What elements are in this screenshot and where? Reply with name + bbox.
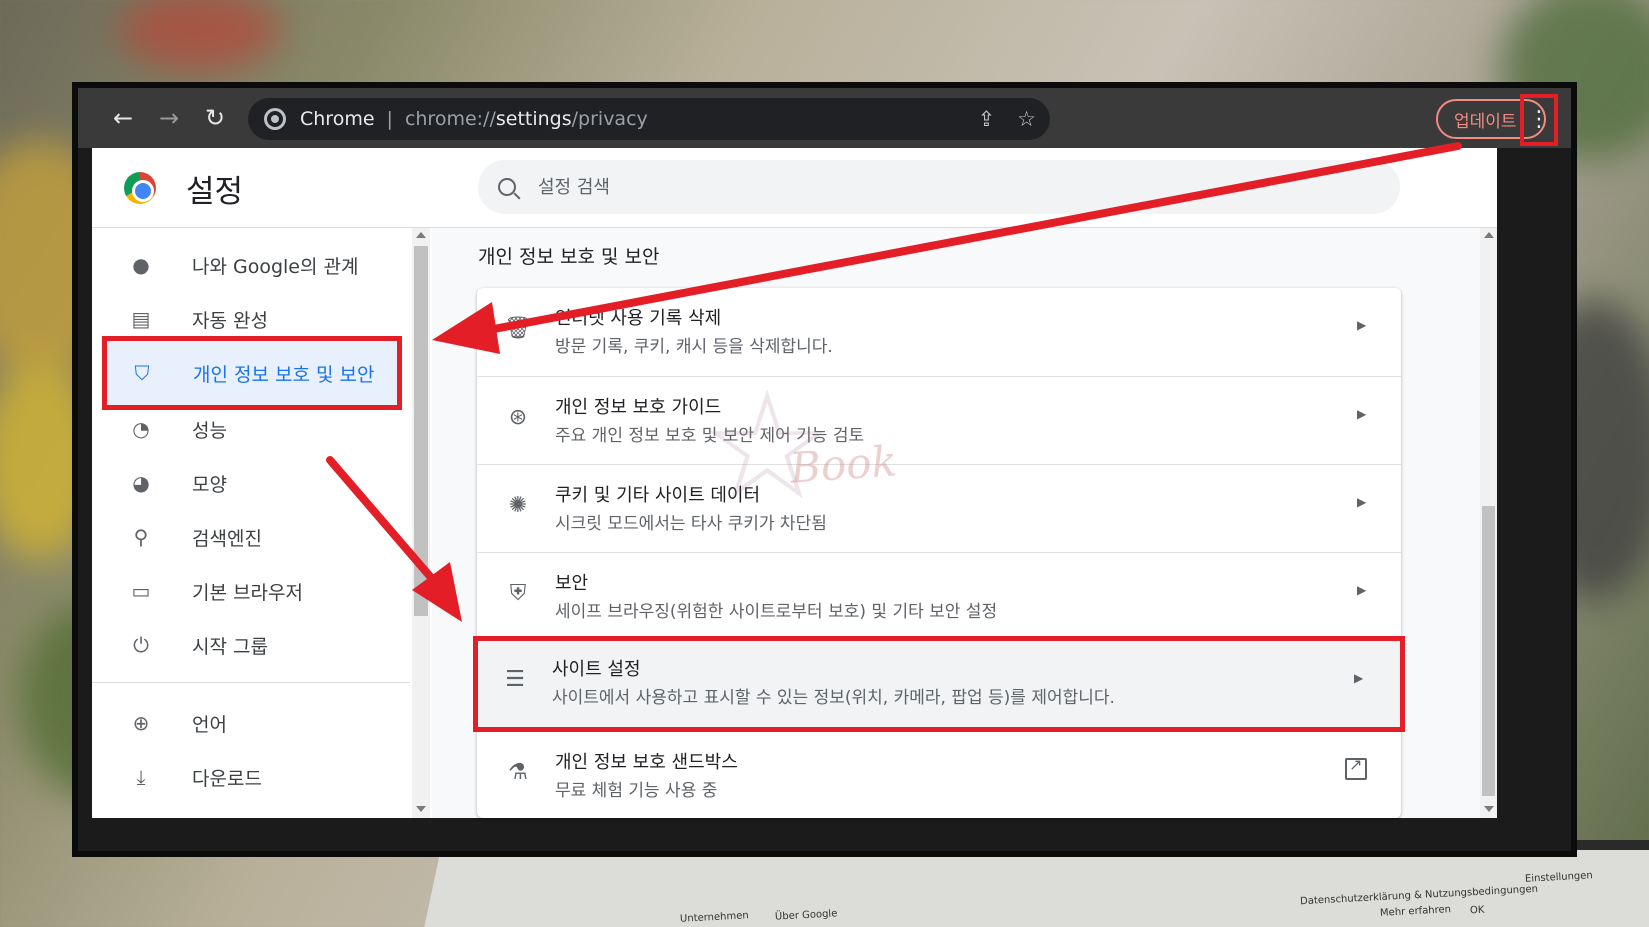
scroll-up-icon[interactable] [416,232,426,238]
sidebar-item-label: 개인 정보 보호 및 보안 [193,363,375,386]
row-privacy-sandbox[interactable]: ⚗ 개인 정보 보호 샌드박스 무료 체험 기능 사용 중 [477,732,1401,820]
chevron-right-icon: ▶ [1357,583,1367,597]
address-bar[interactable]: Chrome | chrome://settings/privacy ⇪ ☆ [248,98,1050,140]
sidebar-item-appearance[interactable]: ◕ 모양 [106,456,402,510]
sidebar-item-label: 시작 그룹 [192,635,268,658]
chevron-right-icon: ▶ [1357,407,1367,421]
omnibox-site-label: Chrome [300,108,375,130]
forward-button[interactable]: → [146,95,192,141]
sidebar-item-label: 나와 Google의 관계 [192,255,359,278]
sidebar-item-performance[interactable]: ◔ 성능 [106,402,402,456]
settings-sidebar: ● 나와 Google의 관계 ▤ 자동 완성 ⛉ 개인 정보 보호 및 보안 ◔ 성능… [92,228,412,818]
sidebar-item-label: 검색엔진 [192,527,262,550]
sidebar-item-label: 다운로드 [192,767,262,790]
row-subtitle: 사이트에서 사용하고 표시할 수 있는 정보(위치, 카메라, 팝업 등)를 제… [552,688,1115,708]
compass-icon: ⊛ [508,405,528,430]
row-title: 보안 [555,573,589,594]
search-icon: ⚲ [133,525,149,549]
browser-icon: ▭ [131,579,151,603]
settings-header: 설정 [92,148,1497,228]
three-dots-icon: ⋮ [1528,107,1550,132]
sidebar-item-google[interactable]: ● 나와 Google의 관계 [106,238,402,292]
chrome-menu-button[interactable]: ⋮ [1520,94,1558,146]
sidebar-item-label: 자동 완성 [192,309,268,332]
power-icon: ⏻ [133,633,149,657]
share-icon[interactable]: ⇪ [978,107,996,131]
back-button[interactable]: ← [100,95,146,141]
chrome-logo-icon [124,172,156,204]
laptop-text: OK [1469,904,1485,917]
chevron-right-icon: ▶ [1357,495,1367,509]
row-title: 개인 정보 보호 가이드 [555,397,722,418]
download-icon: ⤓ [136,765,146,789]
row-subtitle: 무료 체험 기능 사용 중 [555,781,718,801]
omnibox-url: chrome://settings/privacy [404,108,648,130]
clipboard-icon: ▤ [131,307,151,331]
main-scroll-thumb[interactable] [1482,506,1495,796]
arrow-right-icon: → [158,104,180,132]
row-site-settings[interactable]: ☰ 사이트 설정 사이트에서 사용하고 표시할 수 있는 정보(위치, 카메라,… [473,636,1405,732]
browser-toolbar: ← → ↻ Chrome | chrome://settings/privacy… [78,88,1571,148]
external-link-icon [1345,755,1367,780]
sidebar-item-languages[interactable]: ⊕ 언어 [106,696,402,750]
sidebar-scrollbar[interactable] [412,228,430,818]
sidebar-item-label: 성능 [192,419,227,442]
row-title: 인터넷 사용 기록 삭제 [555,308,722,329]
arrow-left-icon: ← [112,104,134,132]
settings-search[interactable] [478,160,1400,214]
bookmark-star-icon[interactable]: ☆ [1017,107,1036,131]
flask-icon: ⚗ [508,760,528,785]
row-cookies[interactable]: ✺ 쿠키 및 기타 사이트 데이터 시크릿 모드에서는 타사 쿠키가 차단됨 ▶ [477,464,1401,552]
background-blur [120,0,280,70]
reload-icon: ↻ [204,104,226,132]
security-shield-icon: ⛨ [509,581,527,606]
scroll-down-icon[interactable] [416,806,426,812]
omnibox-separator: | [386,108,393,130]
palette-icon: ◕ [132,471,150,495]
sliders-icon: ☰ [505,667,525,692]
scroll-up-icon[interactable] [1484,232,1494,238]
sidebar-item-label: 언어 [192,713,227,736]
sidebar-item-on-startup[interactable]: ⏻ 시작 그룹 [106,618,402,672]
privacy-card: 🗑 인터넷 사용 기록 삭제 방문 기록, 쿠키, 캐시 등을 삭제합니다. ▶… [473,288,1405,820]
watermark-text: Book [788,436,899,493]
chrome-icon [264,108,286,130]
row-title: 사이트 설정 [552,659,641,680]
sidebar-item-search-engine[interactable]: ⚲ 검색엔진 [106,510,402,564]
section-title: 개인 정보 보호 및 보안 [478,246,660,268]
cookie-icon: ✺ [508,493,528,518]
sidebar-item-default-browser[interactable]: ▭ 기본 브라우저 [106,564,402,618]
sidebar-item-downloads[interactable]: ⤓ 다운로드 [106,750,402,804]
update-label: 업데이트 [1454,111,1517,132]
person-icon: ● [132,253,150,277]
row-security[interactable]: ⛨ 보안 세이프 브라우징(위험한 사이트로부터 보호) 및 기타 보안 설정 … [477,552,1401,640]
globe-icon: ⊕ [132,711,150,735]
row-clear-browsing-data[interactable]: 🗑 인터넷 사용 기록 삭제 방문 기록, 쿠키, 캐시 등을 삭제합니다. ▶ [477,288,1401,376]
sidebar-item-privacy[interactable]: ⛉ 개인 정보 보호 및 보안 [102,336,402,410]
row-subtitle: 세이프 브라우징(위험한 사이트로부터 보호) 및 기타 보안 설정 [555,602,998,622]
row-privacy-guide[interactable]: ⊛ 개인 정보 보호 가이드 주요 개인 정보 보호 및 보안 제어 기능 검토… [477,376,1401,464]
sidebar-item-label: 기본 브라우저 [192,581,303,604]
sidebar-divider [92,682,410,683]
row-title: 개인 정보 보호 샌드박스 [555,752,738,773]
sidebar-scroll-thumb[interactable] [414,246,428,616]
scroll-down-icon[interactable] [1484,806,1494,812]
settings-main: 개인 정보 보호 및 보안 🗑 인터넷 사용 기록 삭제 방문 기록, 쿠키, … [432,228,1497,818]
omnibox-actions: ⇪ ☆ [978,107,1036,131]
search-input[interactable] [538,176,1238,198]
trash-icon: 🗑 [504,316,532,341]
speedometer-icon: ◔ [132,417,150,441]
row-subtitle: 방문 기록, 쿠키, 캐시 등을 삭제합니다. [555,337,833,357]
sidebar-item-label: 모양 [192,473,227,496]
chevron-right-icon: ▶ [1354,671,1364,685]
chevron-right-icon: ▶ [1357,318,1367,332]
reload-button[interactable]: ↻ [192,95,238,141]
main-scrollbar[interactable] [1480,228,1497,818]
page-title: 설정 [186,174,244,210]
shield-icon: ⛉ [134,361,150,385]
search-icon [498,178,516,196]
